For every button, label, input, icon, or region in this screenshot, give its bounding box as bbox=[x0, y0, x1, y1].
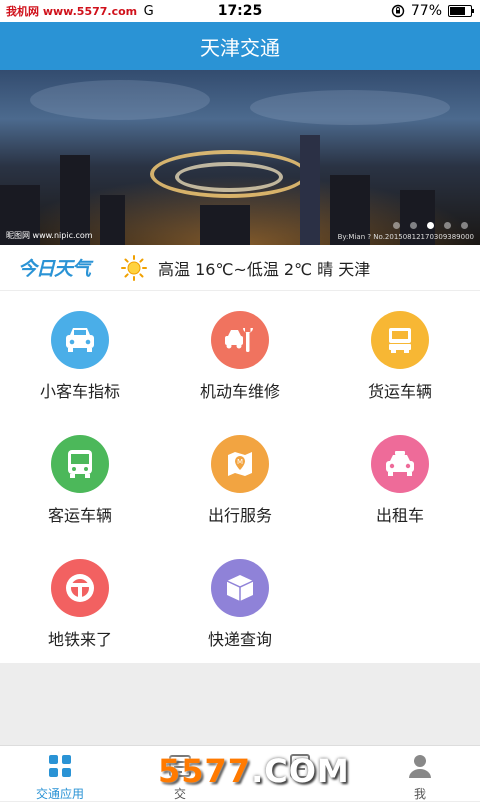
service-label: 机动车维修 bbox=[199, 382, 280, 401]
battery-icon bbox=[448, 5, 474, 17]
page-title: 天津交通 bbox=[200, 35, 280, 60]
service-label: 货运车辆 bbox=[367, 382, 432, 401]
service-metro[interactable]: 地铁来了 bbox=[0, 539, 160, 663]
weather-text: 高温 16℃~低温 2℃ 晴 天津 bbox=[158, 259, 371, 279]
status-right: 77% bbox=[391, 3, 474, 19]
service-travel[interactable]: M 出行服务 bbox=[160, 415, 320, 539]
banner-building bbox=[300, 135, 320, 245]
service-label: 出行服务 bbox=[207, 506, 272, 525]
service-vehicle-repair[interactable]: 机动车维修 bbox=[160, 291, 320, 415]
service-label: 地铁来了 bbox=[47, 630, 112, 649]
weather-logo: 今日天气 bbox=[18, 258, 91, 280]
banner-cloud bbox=[250, 90, 450, 125]
taxi-icon bbox=[371, 435, 429, 493]
car-icon bbox=[51, 311, 109, 369]
tab-label: 交通应用 bbox=[35, 787, 84, 801]
service-label: 客运车辆 bbox=[47, 506, 112, 525]
grid-icon bbox=[49, 755, 71, 777]
banner-building bbox=[200, 205, 250, 245]
app-header: 天津交通 bbox=[0, 22, 480, 70]
carousel-dot[interactable] bbox=[427, 222, 434, 229]
carousel-dot[interactable] bbox=[393, 222, 400, 229]
carousel-dot[interactable] bbox=[410, 222, 417, 229]
bus-icon bbox=[51, 435, 109, 493]
tab-traffic-apps[interactable]: 交通应用 bbox=[0, 746, 120, 801]
battery-percent: 77% bbox=[410, 3, 442, 19]
banner-watermark: 昵图网 www.nipic.com bbox=[6, 231, 93, 240]
service-label: 出租车 bbox=[375, 506, 424, 525]
sun-icon bbox=[121, 254, 148, 281]
watermark-prefix: 5577 bbox=[158, 752, 252, 790]
banner-building bbox=[100, 195, 125, 245]
service-small-car-quota[interactable]: 小客车指标 bbox=[0, 291, 160, 415]
service-taxi[interactable]: 出租车 bbox=[320, 415, 480, 539]
metro-icon bbox=[51, 559, 109, 617]
site-watermark: 5577.COM bbox=[158, 752, 350, 790]
carousel-dot[interactable] bbox=[461, 222, 468, 229]
service-freight-vehicle[interactable]: 货运车辆 bbox=[320, 291, 480, 415]
service-express-query[interactable]: 快递查询 bbox=[160, 539, 320, 663]
banner-carousel[interactable]: 昵图网 www.nipic.com By:Mian ? No.201508121… bbox=[0, 70, 480, 245]
status-bar: 我机网 www.5577.com G 17:25 77% bbox=[0, 0, 480, 22]
service-grid: 小客车指标 机动车维修 货运车辆 客运车辆 M 出行服务 出租车 地铁来了 快递… bbox=[0, 291, 480, 663]
package-icon bbox=[211, 559, 269, 617]
rotation-lock-icon bbox=[391, 4, 405, 18]
carousel-dot[interactable] bbox=[444, 222, 451, 229]
tab-me[interactable]: 我 bbox=[360, 746, 480, 801]
svg-text:M: M bbox=[237, 458, 243, 466]
banner-watermark-id: By:Mian ? No.20150812170309389000 bbox=[337, 233, 474, 241]
watermark-suffix: .COM bbox=[251, 752, 350, 790]
banner-interchange-inner bbox=[175, 162, 283, 192]
service-passenger-vehicle[interactable]: 客运车辆 bbox=[0, 415, 160, 539]
wrench-icon bbox=[211, 311, 269, 369]
service-label: 小客车指标 bbox=[39, 382, 120, 401]
truck-icon bbox=[371, 311, 429, 369]
map-icon: M bbox=[211, 435, 269, 493]
service-label: 快递查询 bbox=[207, 630, 272, 649]
weather-bar: 今日天气 高温 16℃~低温 2℃ 晴 天津 bbox=[0, 245, 480, 290]
tab-label: 我 bbox=[413, 787, 426, 801]
banner-cloud bbox=[30, 80, 210, 120]
person-icon bbox=[409, 755, 431, 778]
carousel-indicator[interactable] bbox=[393, 222, 468, 229]
